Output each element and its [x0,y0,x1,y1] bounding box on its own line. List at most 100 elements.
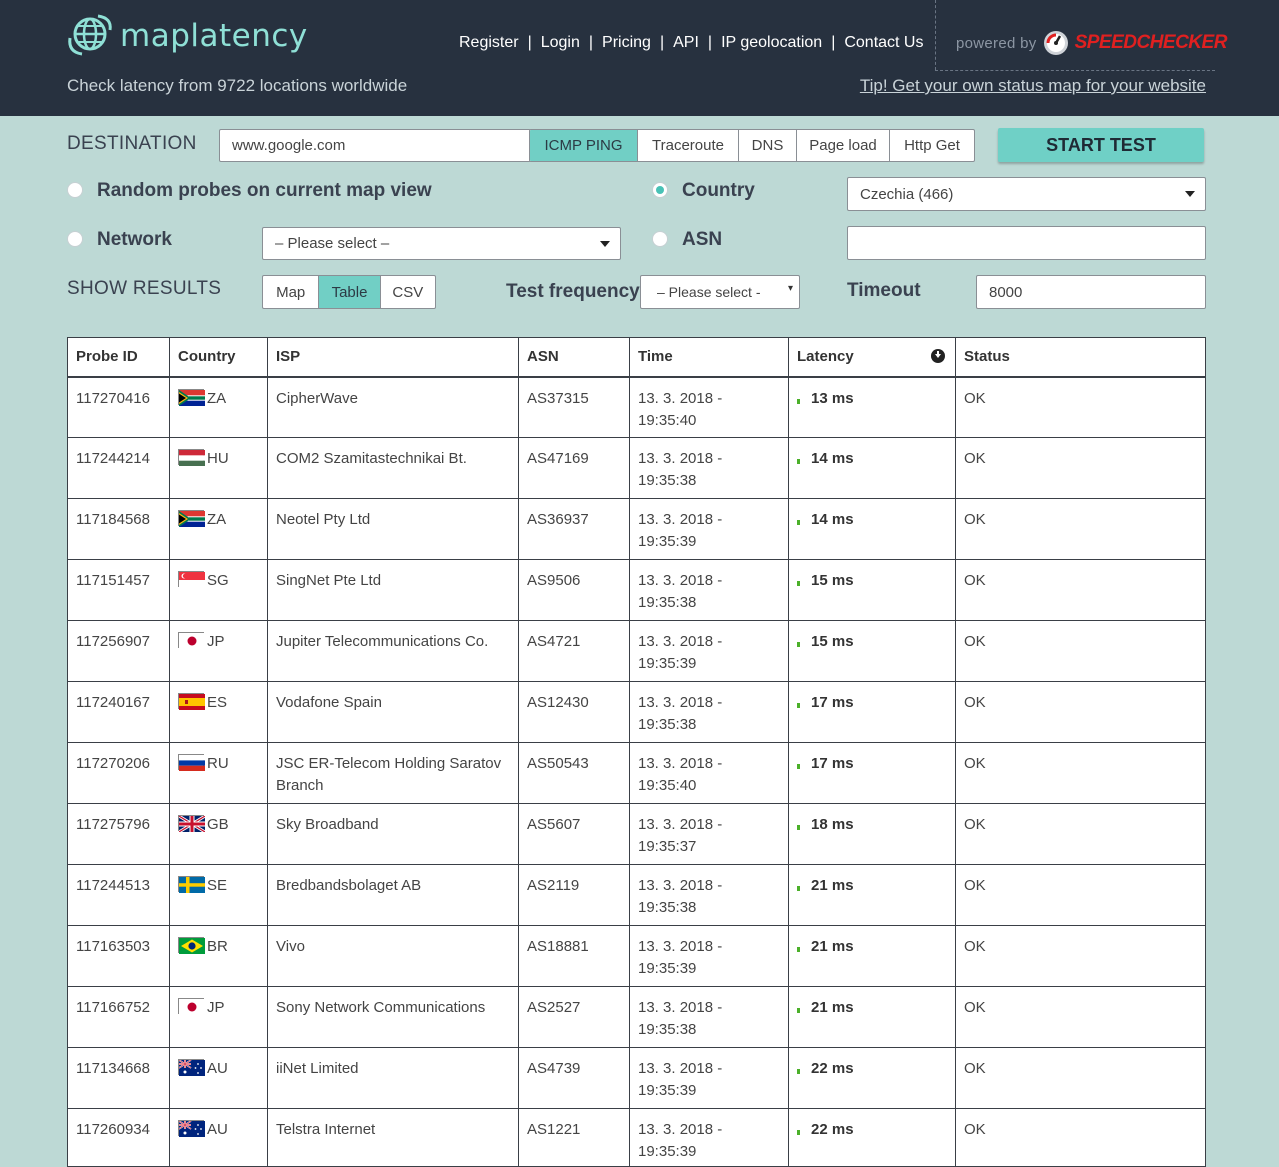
col-country[interactable]: Country [169,338,268,378]
timeout-input[interactable]: 8000 [976,275,1206,309]
col-status[interactable]: Status [955,338,1205,378]
nav-pricing[interactable]: Pricing [602,34,651,52]
country-code: RU [207,755,229,772]
time-cell: 13. 3. 2018 - 19:35:38 [629,681,789,743]
flag-ru-icon [178,754,205,771]
probe-id-cell: 117244214 [68,437,170,499]
network-select[interactable]: – Please select – [262,227,621,260]
chevron-down-icon [600,240,610,247]
nav-ip-geolocation[interactable]: IP geolocation [721,34,822,52]
latency-bar [797,1008,800,1013]
timeout-label: Timeout [847,280,921,301]
country-cell: SG [169,559,268,621]
probe-id-cell: 117270416 [68,376,170,438]
logo[interactable]: maplatency [66,12,308,60]
probe-id-cell: 117256907 [68,620,170,682]
probe-id-cell: 117166752 [68,986,170,1048]
latency-bar [797,703,800,708]
table-row: 117270416 ZA CipherWave AS37315 13. 3. 2018 … [68,376,1205,438]
col-probe-id[interactable]: Probe ID [68,338,170,378]
latency-cell: 21 ms [788,925,956,987]
nav-register[interactable]: Register [459,34,519,52]
table-row: 117240167 ES Vodafone Spain AS12430 13. 3. 2… [68,681,1205,743]
country-code: JP [207,633,225,650]
nav-contact-us[interactable]: Contact Us [844,34,923,52]
sort-down-icon[interactable] [931,349,945,363]
frequency-select[interactable]: – Please select - ▾ [640,275,800,309]
table-row: 117270206 RU JSC ER-Telecom Holding Sarato… [68,742,1205,804]
tip-link[interactable]: Tip! Get your own status map for your we… [860,76,1206,96]
network-label: Network [97,229,172,250]
col-isp[interactable]: ISP [267,338,519,378]
flag-za-icon [178,510,205,527]
latency-cell: 17 ms [788,681,956,743]
status-cell: OK [955,1047,1205,1109]
time-date: 13. 3. 2018 - [638,755,723,772]
random-probes-radio[interactable] [67,182,83,198]
time-clock: 19:35:38 [638,472,697,489]
table-row: 117260934 AU Telstra Internet AS1221 13. 3. … [68,1108,1205,1166]
start-test-button[interactable]: START TEST [998,128,1204,162]
country-select[interactable]: Czechia (466) [847,177,1206,211]
time-clock: 19:35:39 [638,1082,697,1099]
destination-label: DESTINATION [67,133,197,154]
tab-icmp-ping[interactable]: ICMP PING [530,130,637,161]
time-cell: 13. 3. 2018 - 19:35:38 [629,559,789,621]
tab-table[interactable]: Table [318,276,380,308]
chevron-down-icon [1185,191,1195,197]
status-cell: OK [955,376,1205,438]
destination-input[interactable]: www.google.com [219,129,531,162]
latency-bar [797,886,800,891]
latency-value: 22 ms [811,1060,854,1077]
isp-cell: Sony Network Communications [267,986,519,1048]
time-date: 13. 3. 2018 - [638,938,723,955]
time-clock: 19:35:38 [638,899,697,916]
network-select-value: – Please select – [275,235,390,252]
flag-za-icon [178,388,205,406]
main-nav: Register | Login | Pricing | API | IP ge… [459,34,923,52]
probe-id-cell: 117275796 [68,803,170,865]
tab-page-load[interactable]: Page load [796,130,889,161]
network-radio[interactable] [67,231,83,247]
time-date: 13. 3. 2018 - [638,572,723,589]
random-probes-label: Random probes on current map view [97,180,432,201]
country-radio[interactable] [652,182,668,198]
col-time[interactable]: Time [629,338,789,378]
tab-csv[interactable]: CSV [379,276,435,308]
table-row: 117244513 SE Bredbandsbolaget AB AS2119 13. … [68,864,1205,926]
country-code: SE [207,877,228,894]
nav-separator: | [588,34,594,51]
asn-radio[interactable] [652,231,668,247]
flag-jp-icon [178,632,205,649]
select-arrows-icon: ▾ [787,283,793,294]
latency-bar [797,1130,800,1135]
col-latency[interactable]: Latency [788,338,956,378]
time-cell: 13. 3. 2018 - 19:35:39 [629,1047,789,1109]
latency-value: 18 ms [811,816,854,833]
probe-id-cell: 117151457 [68,559,170,621]
table-row: 117134668 AU iiNet Limited AS4739 13. 3. 201… [68,1047,1205,1109]
header-divider [935,0,936,70]
time-cell: 13. 3. 2018 - 19:35:39 [629,1108,789,1166]
nav-api[interactable]: API [673,34,699,52]
status-cell: OK [955,864,1205,926]
time-date: 13. 3. 2018 - [638,694,723,711]
time-clock: 19:35:40 [638,777,697,794]
country-cell: ES [169,681,268,743]
time-date: 13. 3. 2018 - [638,450,723,467]
latency-cell: 22 ms [788,1047,956,1109]
powered-by[interactable]: powered by SPEEDCHECKER [956,30,1227,56]
latency-value: 14 ms [811,511,854,528]
tab-http-get[interactable]: Http Get [889,130,974,161]
isp-cell: COM2 Szamitastechnikai Bt. [267,437,519,499]
asn-input[interactable] [847,226,1206,260]
latency-bar [797,947,800,952]
tab-dns[interactable]: DNS [738,130,796,161]
col-asn[interactable]: ASN [518,338,630,378]
latency-value: 21 ms [811,938,854,955]
header-divider [935,70,1215,71]
tab-map[interactable]: Map [263,276,318,308]
nav-login[interactable]: Login [541,34,580,52]
isp-cell: Vivo [267,925,519,987]
tab-traceroute[interactable]: Traceroute [637,130,738,161]
